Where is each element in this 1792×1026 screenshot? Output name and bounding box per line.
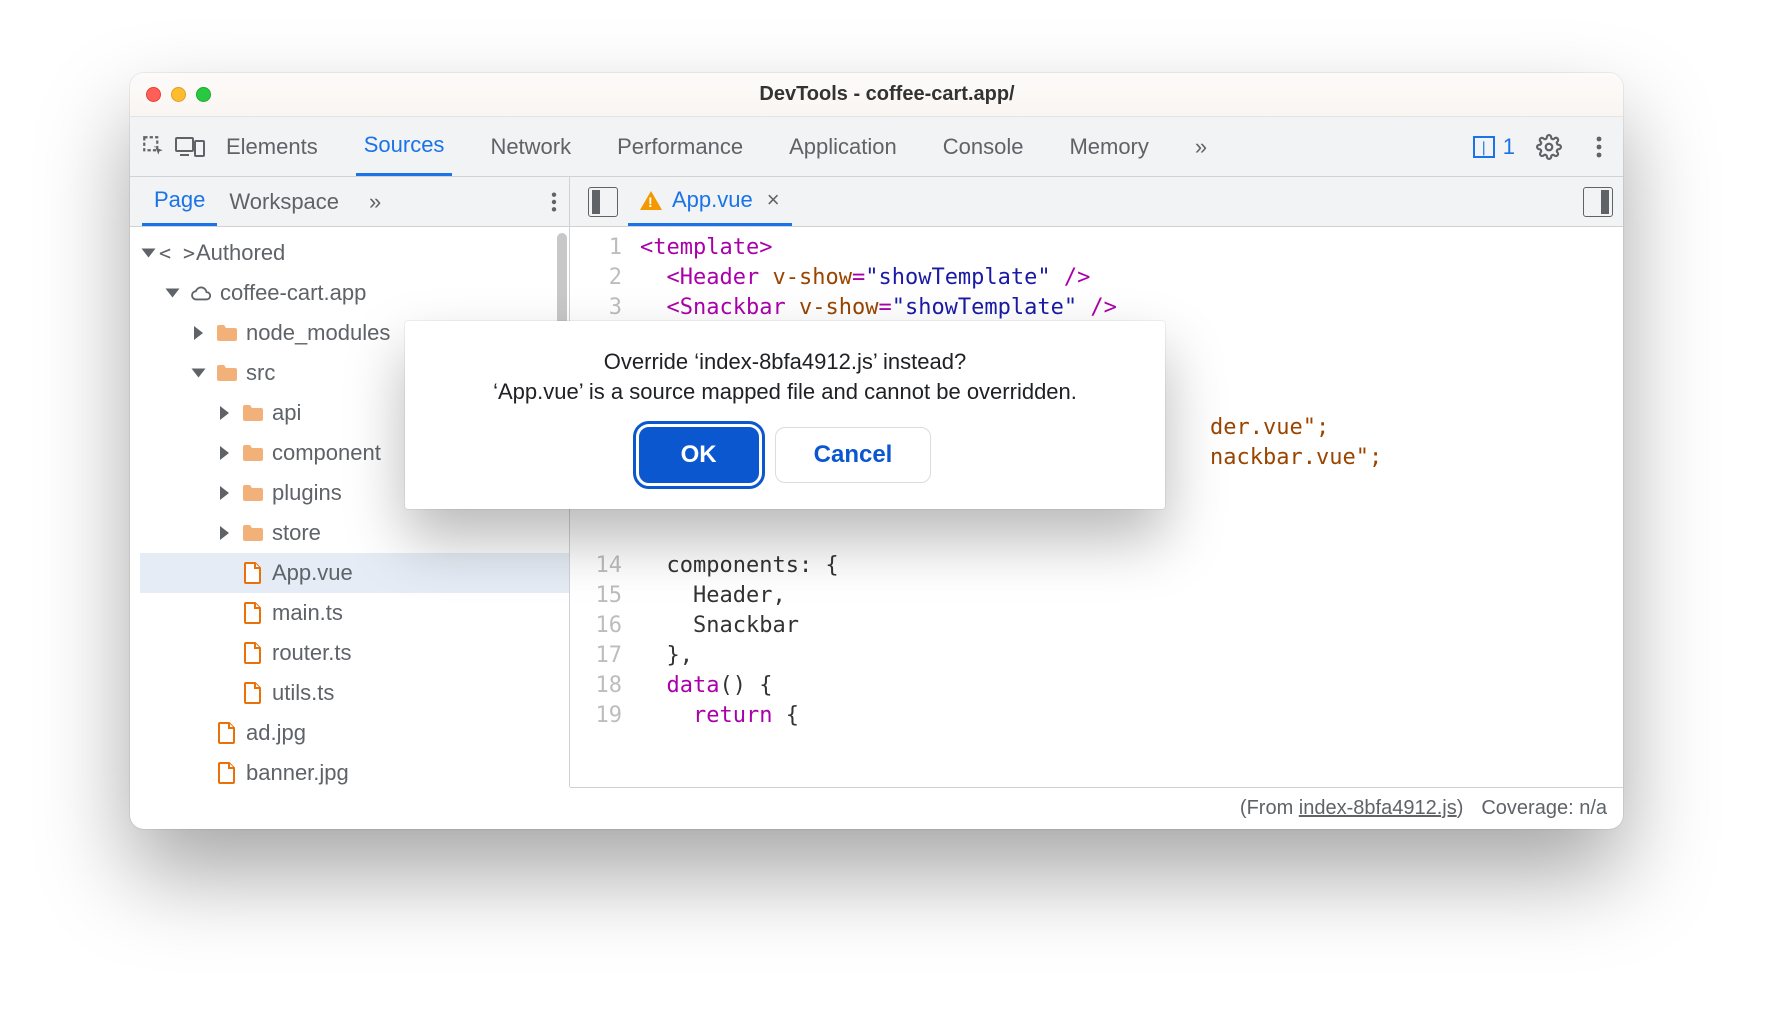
device-toolbar-icon[interactable] [174, 131, 206, 163]
toggle-navigator-icon[interactable] [588, 187, 618, 217]
close-window-button[interactable] [146, 87, 161, 102]
file-tab-label: App.vue [672, 187, 753, 213]
devtools-window: DevTools - coffee-cart.app/ Elements Sou… [130, 73, 1623, 829]
window-title: DevTools - coffee-cart.app/ [211, 83, 1623, 106]
window-controls [130, 87, 211, 102]
folder-icon [216, 322, 238, 344]
tree-label: utils.ts [272, 680, 334, 706]
code-frag: der.vue"; [1210, 415, 1329, 440]
sources-subbar: Page Workspace » App.vue × [130, 177, 1623, 227]
dialog-title: Override ‘index-8bfa4912.js’ instead? [433, 349, 1137, 375]
tree-authored[interactable]: < > Authored [140, 233, 569, 273]
tab-application[interactable]: Application [781, 117, 905, 176]
tree-maints[interactable]: main.ts [140, 593, 569, 633]
disclosure-icon[interactable] [220, 486, 234, 500]
tabs-overflow[interactable]: » [1187, 117, 1215, 176]
tree-label: router.ts [272, 640, 351, 666]
tab-memory[interactable]: Memory [1061, 117, 1156, 176]
tree-label: Authored [196, 240, 285, 266]
code-frag: nackbar.vue"; [1210, 445, 1382, 470]
disclosure-icon[interactable] [194, 326, 208, 340]
from-prefix: (From [1240, 797, 1299, 819]
navigator-menu-icon[interactable] [551, 191, 557, 213]
tree-label: plugins [272, 480, 342, 506]
minimize-window-button[interactable] [171, 87, 186, 102]
code-line: }, [640, 643, 693, 668]
scrollbar[interactable] [557, 233, 567, 325]
tab-console[interactable]: Console [935, 117, 1032, 176]
tab-performance[interactable]: Performance [609, 117, 751, 176]
tree-label: component [272, 440, 381, 466]
disclosure-icon[interactable] [220, 406, 234, 420]
tree-bannerjpg[interactable]: banner.jpg [140, 753, 569, 787]
titlebar: DevTools - coffee-cart.app/ [130, 73, 1623, 117]
panel-tabstrip: Elements Sources Network Performance App… [130, 117, 1623, 177]
tree-label: api [272, 400, 301, 426]
tree-host[interactable]: coffee-cart.app [140, 273, 569, 313]
tree-label: banner.jpg [246, 760, 349, 786]
tree-label: coffee-cart.app [220, 280, 366, 306]
coverage-status: Coverage: n/a [1481, 797, 1607, 820]
inspect-element-icon[interactable] [138, 131, 170, 163]
disclosure-icon[interactable] [220, 526, 234, 540]
editor-footer: (From index-8bfa4912.js) Coverage: n/a [570, 787, 1623, 829]
file-icon [242, 562, 264, 584]
folder-icon [242, 482, 264, 504]
file-icon [242, 642, 264, 664]
tree-routerts[interactable]: router.ts [140, 633, 569, 673]
code-line: components: { [640, 553, 839, 578]
cancel-button[interactable]: Cancel [775, 427, 932, 483]
issues-count: 1 [1503, 134, 1515, 160]
tree-store[interactable]: store [140, 513, 569, 553]
ok-button[interactable]: OK [639, 427, 759, 483]
file-icon [216, 722, 238, 744]
source-map-link[interactable]: index-8bfa4912.js [1299, 797, 1457, 819]
source-mapped-from: (From index-8bfa4912.js) [1240, 797, 1463, 820]
code-line: Snackbar [640, 613, 799, 638]
issues-counter[interactable]: ❘ 1 [1473, 134, 1515, 160]
file-tab-appvue[interactable]: App.vue × [628, 177, 792, 226]
code-line: Header, [640, 583, 786, 608]
close-file-tab[interactable]: × [767, 187, 780, 213]
cloud-icon [190, 282, 212, 304]
tree-appvue[interactable]: App.vue [140, 553, 569, 593]
tree-label: store [272, 520, 321, 546]
zoom-window-button[interactable] [196, 87, 211, 102]
tree-label: ad.jpg [246, 720, 306, 746]
tab-network[interactable]: Network [482, 117, 579, 176]
folder-icon [242, 402, 264, 424]
tab-elements[interactable]: Elements [218, 117, 326, 176]
disclosure-icon[interactable] [144, 246, 158, 260]
navtabs-overflow[interactable]: » [357, 177, 393, 226]
disclosure-icon[interactable] [220, 446, 234, 460]
disclosure-icon[interactable] [194, 366, 208, 380]
file-icon [216, 762, 238, 784]
navtab-workspace[interactable]: Workspace [217, 177, 351, 226]
authored-icon: < > [166, 242, 188, 264]
tree-utilsts[interactable]: utils.ts [140, 673, 569, 713]
override-dialog: Override ‘index-8bfa4912.js’ instead? ‘A… [405, 321, 1165, 509]
tree-label: main.ts [272, 600, 343, 626]
dialog-message: ‘App.vue’ is a source mapped file and ca… [433, 379, 1137, 405]
issues-icon: ❘ [1473, 136, 1495, 158]
from-suffix: ) [1457, 797, 1464, 819]
tree-label: App.vue [272, 560, 353, 586]
tree-label: src [246, 360, 275, 386]
settings-icon[interactable] [1533, 131, 1565, 163]
file-icon [242, 602, 264, 624]
tab-sources[interactable]: Sources [356, 117, 453, 176]
navtab-page[interactable]: Page [142, 177, 217, 226]
toggle-debugger-icon[interactable] [1583, 187, 1613, 217]
more-menu-icon[interactable] [1583, 131, 1615, 163]
tree-adjpg[interactable]: ad.jpg [140, 713, 569, 753]
folder-icon [242, 442, 264, 464]
file-icon [242, 682, 264, 704]
disclosure-icon[interactable] [168, 286, 182, 300]
tree-label: node_modules [246, 320, 390, 346]
warning-icon [640, 191, 662, 210]
folder-icon [242, 522, 264, 544]
folder-icon [216, 362, 238, 384]
